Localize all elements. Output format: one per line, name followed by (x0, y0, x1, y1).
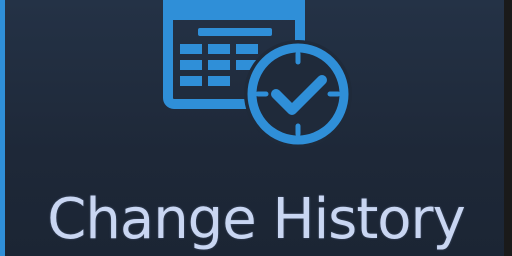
change-history-tile[interactable]: Change History (0, 0, 512, 256)
tile-label: Change History (47, 187, 465, 252)
tile-divider (504, 0, 512, 256)
calendar-clock-check-icon (150, 0, 370, 156)
